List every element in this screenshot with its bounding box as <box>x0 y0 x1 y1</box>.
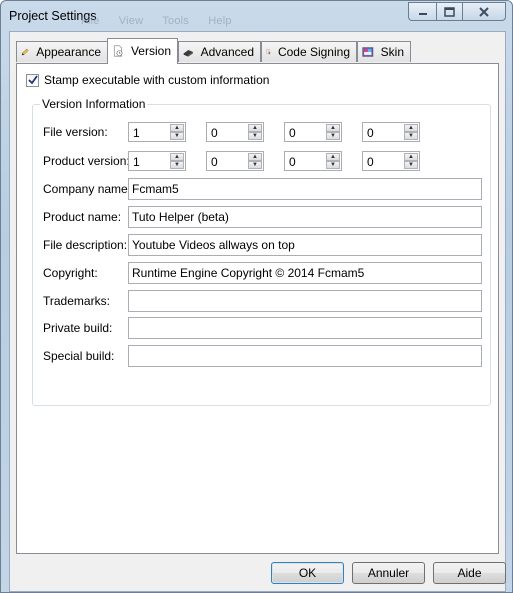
ghost-menu-item: Help <box>208 15 232 27</box>
stamp-label: Stamp executable with custom information <box>44 73 270 87</box>
product-version-label: Product version: <box>43 154 130 168</box>
title-bar[interactable]: Project Settings File View Tools Help <box>1 1 512 31</box>
help-button[interactable]: Aide <box>433 562 506 584</box>
maximize-button[interactable] <box>436 2 462 21</box>
product-version-revision[interactable]: 0 ▲ ▼ <box>362 151 420 171</box>
spin-down-button[interactable]: ▼ <box>326 132 340 140</box>
spin-value: 0 <box>211 126 218 140</box>
spin-up-button[interactable]: ▲ <box>170 124 184 132</box>
copyright-row: Copyright: Runtime Engine Copyright © 20… <box>43 262 483 284</box>
spin-down-button[interactable]: ▼ <box>170 161 184 169</box>
trademarks-label: Trademarks: <box>43 294 110 308</box>
file-version-minor[interactable]: 0 ▲ ▼ <box>206 122 264 142</box>
product-name-label: Product name: <box>43 210 122 224</box>
palette-icon <box>362 47 374 57</box>
private-build-row: Private build: <box>43 317 483 339</box>
copyright-field[interactable]: Runtime Engine Copyright © 2014 Fcmam5 <box>128 262 482 284</box>
tab-label: Skin <box>380 45 404 59</box>
special-build-label: Special build: <box>43 349 115 363</box>
company-name-row: Company name: Fcmam5 <box>43 178 483 200</box>
product-version-build[interactable]: 0 ▲ ▼ <box>284 151 342 171</box>
ghost-menu-item: View <box>118 15 144 27</box>
caption-buttons <box>408 2 506 21</box>
ghost-menu-item: File <box>81 15 100 27</box>
product-name-field[interactable]: Tuto Helper (beta) <box>128 206 482 228</box>
spin-value: 0 <box>367 126 374 140</box>
cancel-button[interactable]: Annuler <box>352 562 425 584</box>
spin-up-button[interactable]: ▲ <box>248 124 262 132</box>
spin-down-button[interactable]: ▼ <box>248 161 262 169</box>
tab-label: Version <box>130 43 171 58</box>
file-description-row: File description: Youtube Videos allways… <box>43 234 483 256</box>
minimize-icon <box>418 12 427 15</box>
tab-skin[interactable]: Skin <box>357 41 411 62</box>
file-description-field[interactable]: Youtube Videos allways on top <box>128 234 482 256</box>
checkmark-icon <box>27 75 38 85</box>
ok-button[interactable]: OK <box>271 562 344 584</box>
stamp-checkbox[interactable] <box>26 73 39 87</box>
spin-value: 0 <box>289 155 296 169</box>
spin-value: 0 <box>289 126 296 140</box>
file-version-build[interactable]: 0 ▲ ▼ <box>284 122 342 142</box>
file-version-label: File version: <box>43 125 108 139</box>
company-name-field[interactable]: Fcmam5 <box>128 178 482 200</box>
spin-up-button[interactable]: ▲ <box>248 153 262 161</box>
private-build-field[interactable] <box>128 317 482 339</box>
version-information-group: Version Information File version: 1 ▲ ▼ 0… <box>32 97 491 406</box>
dialog-client-area: Appearance Version Advanced Code Signing… <box>9 31 506 592</box>
chip-icon <box>183 50 193 57</box>
tab-label: Code Signing <box>277 45 350 59</box>
group-title: Version Information <box>40 97 148 111</box>
private-build-label: Private build: <box>43 321 113 335</box>
minimize-button[interactable] <box>408 2 436 21</box>
company-name-label: Company name: <box>43 182 132 196</box>
tab-code-signing[interactable]: Code Signing <box>261 41 357 62</box>
tab-version[interactable]: Version <box>107 38 178 64</box>
tab-appearance[interactable]: Appearance <box>16 41 108 62</box>
tab-advanced[interactable]: Advanced <box>178 41 261 62</box>
tab-label: Appearance <box>36 45 101 59</box>
ghost-menu-item: Tools <box>162 15 189 27</box>
spin-down-button[interactable]: ▼ <box>404 161 418 169</box>
file-version-revision[interactable]: 0 ▲ ▼ <box>362 122 420 142</box>
spin-down-button[interactable]: ▼ <box>170 132 184 140</box>
file-description-label: File description: <box>43 238 128 252</box>
product-version-minor[interactable]: 0 ▲ ▼ <box>206 151 264 171</box>
tab-label: Advanced <box>200 45 254 59</box>
background-menu-ghost: File View Tools Help <box>81 15 248 27</box>
product-name-row: Product name: Tuto Helper (beta) <box>43 206 483 228</box>
spin-down-button[interactable]: ▼ <box>404 132 418 140</box>
spin-up-button[interactable]: ▲ <box>326 124 340 132</box>
close-button[interactable] <box>462 2 506 21</box>
stamp-option[interactable]: Stamp executable with custom information <box>26 73 269 87</box>
spin-value: 0 <box>211 155 218 169</box>
close-icon <box>479 6 489 17</box>
special-build-row: Special build: <box>43 345 483 367</box>
maximize-icon <box>444 6 455 17</box>
special-build-field[interactable] <box>128 345 482 367</box>
certificate-icon <box>266 49 271 55</box>
pencil-icon <box>21 48 29 56</box>
trademarks-row: Trademarks: <box>43 290 483 312</box>
spin-up-button[interactable]: ▲ <box>170 153 184 161</box>
file-version-row: File version: 1 ▲ ▼ 0 ▲ ▼ 0 ▲ ▼ 0 ▲ ▼ <box>43 122 483 144</box>
project-settings-window: Project Settings File View Tools Help Ap… <box>0 0 513 593</box>
spin-value: 0 <box>367 155 374 169</box>
spin-value: 1 <box>133 126 140 140</box>
spin-down-button[interactable]: ▼ <box>248 132 262 140</box>
spin-value: 1 <box>133 155 140 169</box>
document-clock-icon <box>113 44 123 57</box>
spin-up-button[interactable]: ▲ <box>326 153 340 161</box>
spin-down-button[interactable]: ▼ <box>326 161 340 169</box>
spin-up-button[interactable]: ▲ <box>404 153 418 161</box>
product-version-major[interactable]: 1 ▲ ▼ <box>128 151 186 171</box>
copyright-label: Copyright: <box>43 266 98 280</box>
file-version-major[interactable]: 1 ▲ ▼ <box>128 122 186 142</box>
spin-up-button[interactable]: ▲ <box>404 124 418 132</box>
trademarks-field[interactable] <box>128 290 482 312</box>
product-version-row: Product version: 1 ▲ ▼ 0 ▲ ▼ 0 ▲ ▼ 0 ▲ ▼ <box>43 151 483 173</box>
version-tab-panel: Stamp executable with custom information… <box>16 63 499 554</box>
